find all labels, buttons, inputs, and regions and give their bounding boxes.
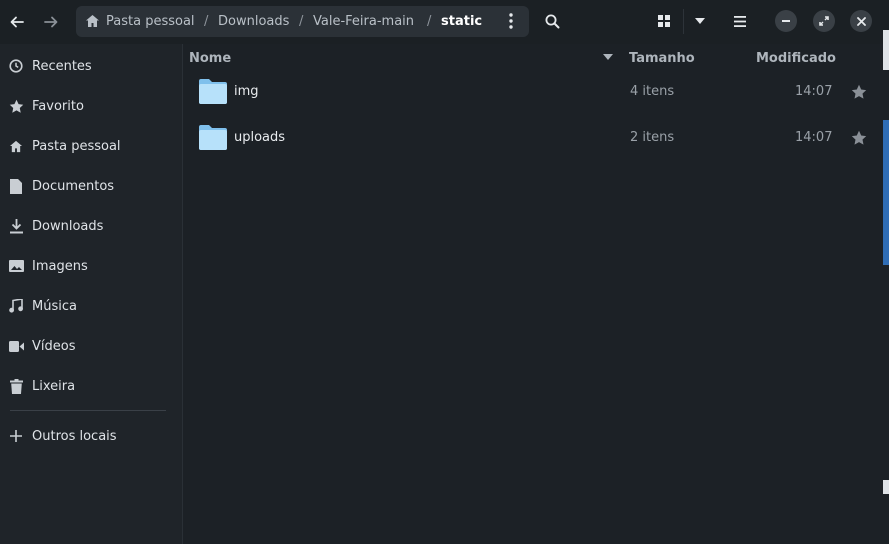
sidebar-item-recentes[interactable]: Recentes	[0, 49, 182, 83]
breadcrumb-item-home[interactable]: Pasta pessoal	[106, 6, 195, 37]
sort-descending-icon[interactable]	[603, 54, 613, 60]
hamburger-menu-icon	[734, 15, 746, 27]
star-icon[interactable]	[851, 130, 867, 146]
column-header-name[interactable]: Nome	[189, 48, 231, 70]
view-options-button[interactable]	[687, 8, 713, 34]
file-modified: 14:07	[795, 84, 833, 99]
sidebar-item-imagens[interactable]: Imagens	[0, 249, 182, 283]
sidebar-item-outros-locais[interactable]: Outros locais	[0, 419, 182, 453]
toolbar-divider	[683, 9, 684, 34]
file-size: 4 itens	[630, 84, 675, 99]
forward-button[interactable]	[38, 8, 64, 36]
file-name: uploads	[234, 130, 286, 145]
breadcrumb-item-downloads[interactable]: Downloads	[218, 6, 289, 37]
breadcrumb-separator: /	[204, 14, 209, 29]
arrow-right-icon	[44, 16, 58, 28]
sidebar-item-downloads[interactable]: Downloads	[0, 209, 182, 243]
close-button[interactable]	[850, 10, 872, 32]
sidebar-item-label: Outros locais	[32, 428, 117, 444]
sidebar-item-label: Pasta pessoal	[32, 138, 121, 154]
breadcrumb-separator: /	[299, 14, 304, 29]
music-icon	[8, 298, 24, 314]
home-icon	[8, 138, 24, 154]
sidebar-item-label: Vídeos	[32, 338, 76, 354]
main-menu-button[interactable]	[727, 8, 753, 34]
back-button[interactable]	[4, 8, 30, 36]
close-icon	[856, 16, 866, 26]
sidebar-item-label: Música	[32, 298, 77, 314]
table-row[interactable]: img 4 itens 14:07	[183, 69, 883, 115]
trash-icon	[8, 378, 24, 394]
plus-icon	[8, 428, 24, 444]
document-icon	[8, 178, 24, 194]
home-icon	[86, 15, 99, 27]
sidebar-item-documentos[interactable]: Documentos	[0, 169, 182, 203]
background-window-edge	[883, 120, 889, 265]
folder-icon	[199, 79, 227, 104]
column-header-modified[interactable]: Modificado	[756, 48, 836, 70]
sidebar-item-lixeira[interactable]: Lixeira	[0, 369, 182, 403]
file-modified: 14:07	[795, 130, 833, 145]
breadcrumb-item-vale-feira-main[interactable]: Vale-Feira-main	[313, 6, 414, 37]
maximize-button[interactable]	[813, 10, 835, 32]
arrow-left-icon	[10, 16, 24, 28]
breadcrumb: Pasta pessoal / Downloads / Vale-Feira-m…	[76, 6, 529, 37]
sidebar-item-label: Documentos	[32, 178, 115, 194]
star-icon[interactable]	[851, 84, 867, 100]
video-icon	[8, 338, 24, 354]
sidebar-item-videos[interactable]: Vídeos	[0, 329, 182, 363]
search-icon	[545, 14, 559, 28]
background-window-edge	[883, 480, 889, 494]
sidebar-item-label: Lixeira	[32, 378, 76, 394]
background-window-edge	[883, 30, 889, 70]
header-bar: Pasta pessoal / Downloads / Vale-Feira-m…	[0, 0, 889, 44]
search-button[interactable]	[538, 7, 566, 35]
sidebar-item-label: Downloads	[32, 218, 104, 234]
table-row[interactable]: uploads 2 itens 14:07	[183, 115, 883, 161]
image-icon	[8, 258, 24, 274]
download-icon	[8, 218, 24, 234]
star-icon	[8, 98, 24, 114]
grid-view-icon	[658, 15, 670, 27]
sidebar-item-label: Imagens	[32, 258, 88, 274]
column-header-size[interactable]: Tamanho	[629, 48, 695, 70]
sidebar-item-favorito[interactable]: Favorito	[0, 89, 182, 123]
file-list: Nome Tamanho Modificado img 4 itens 14:0…	[183, 44, 889, 544]
sidebar-item-label: Recentes	[32, 58, 92, 74]
breadcrumb-item-static[interactable]: static	[441, 6, 482, 37]
minimize-icon	[782, 20, 790, 22]
chevron-down-icon	[695, 18, 705, 24]
minimize-button[interactable]	[775, 10, 797, 32]
breadcrumb-separator: /	[427, 14, 432, 29]
sidebar: Recentes Favorito Pasta pessoal Document…	[0, 44, 183, 544]
folder-icon	[199, 125, 227, 150]
path-menu-button[interactable]	[501, 9, 521, 33]
sidebar-divider	[10, 410, 166, 411]
sidebar-item-musica[interactable]: Música	[0, 289, 182, 323]
sidebar-item-label: Favorito	[32, 98, 84, 114]
maximize-icon	[819, 16, 829, 26]
kebab-menu-icon	[509, 13, 513, 29]
sidebar-item-pasta-pessoal[interactable]: Pasta pessoal	[0, 129, 182, 163]
grid-view-button[interactable]	[651, 8, 677, 34]
clock-icon	[8, 58, 24, 74]
file-size: 2 itens	[630, 130, 675, 145]
file-name: img	[234, 84, 259, 99]
